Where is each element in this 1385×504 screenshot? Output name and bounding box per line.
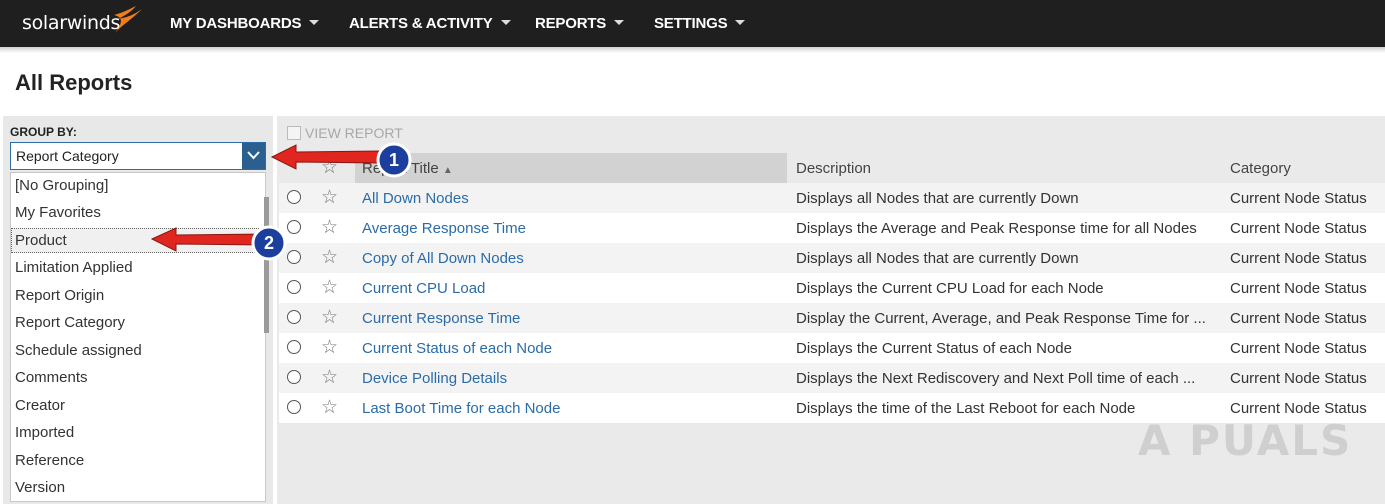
- favorite-star-icon[interactable]: ☆: [321, 398, 338, 417]
- dropdown-option-my-favorites[interactable]: My Favorites: [15, 204, 101, 221]
- caret-down-icon: [500, 19, 511, 25]
- row-radio-button[interactable]: [287, 250, 301, 264]
- dropdown-option-comments[interactable]: Comments: [15, 369, 88, 386]
- badge-1-number: 1: [389, 150, 399, 170]
- dropdown-option-report-origin[interactable]: Report Origin: [15, 287, 104, 304]
- report-category: Current Node Status: [1230, 400, 1367, 417]
- favorite-star-icon[interactable]: ☆: [321, 248, 338, 267]
- report-category: Current Node Status: [1230, 280, 1367, 297]
- report-description: Display the Current, Average, and Peak R…: [796, 310, 1206, 327]
- badge-2-number: 2: [264, 233, 274, 253]
- group-by-selected-value: Report Category: [16, 148, 119, 164]
- dropdown-option-product[interactable]: Product: [15, 232, 67, 249]
- nav-label: ALERTS & ACTIVITY: [349, 15, 493, 32]
- caret-down-icon: [614, 19, 625, 25]
- report-title-link[interactable]: Current CPU Load: [362, 280, 485, 297]
- report-category: Current Node Status: [1230, 250, 1367, 267]
- column-header-description[interactable]: Description: [796, 160, 871, 177]
- flame-logo-icon: [114, 6, 142, 33]
- header-shadow: [0, 47, 1385, 53]
- dropdown-toggle-button[interactable]: [242, 143, 265, 169]
- dropdown-option-imported[interactable]: Imported: [15, 424, 74, 441]
- view-report-button[interactable]: VIEW REPORT: [287, 125, 403, 141]
- report-icon: [287, 126, 301, 140]
- nav-label: REPORTS: [535, 15, 607, 32]
- annotation-badge-1: 1: [376, 142, 412, 178]
- caret-down-icon: [309, 19, 320, 25]
- appuals-watermark: A PUALS: [1138, 416, 1353, 465]
- report-description: Displays the time of the Last Reboot for…: [796, 400, 1136, 417]
- report-title-link[interactable]: Current Response Time: [362, 310, 520, 327]
- report-description: Displays the Current Status of each Node: [796, 340, 1072, 357]
- nav-settings[interactable]: SETTINGS: [654, 15, 746, 32]
- dropdown-option-limitation-applied[interactable]: Limitation Applied: [15, 259, 133, 276]
- report-description: Displays the Current CPU Load for each N…: [796, 280, 1104, 297]
- favorite-star-icon[interactable]: ☆: [321, 188, 338, 207]
- favorite-star-icon[interactable]: ☆: [321, 308, 338, 327]
- report-title-link[interactable]: Last Boot Time for each Node: [362, 400, 560, 417]
- nav-my-dashboards[interactable]: MY DASHBOARDS: [170, 15, 320, 32]
- row-radio-button[interactable]: [287, 190, 301, 204]
- report-title-link[interactable]: Average Response Time: [362, 220, 526, 237]
- report-title-link[interactable]: All Down Nodes: [362, 190, 469, 207]
- group-by-select[interactable]: Report Category: [10, 142, 266, 170]
- view-report-label: VIEW REPORT: [305, 125, 403, 141]
- report-description: Displays all Nodes that are currently Do…: [796, 190, 1079, 207]
- dropdown-option-reference[interactable]: Reference: [15, 452, 84, 469]
- report-category: Current Node Status: [1230, 340, 1367, 357]
- page-title: All Reports: [15, 70, 133, 95]
- dropdown-option-version[interactable]: Version: [15, 479, 65, 496]
- dropdown-option-schedule-assigned[interactable]: Schedule assigned: [15, 342, 142, 359]
- nav-reports[interactable]: REPORTS: [535, 15, 625, 32]
- dropdown-option-report-category[interactable]: Report Category: [15, 314, 125, 331]
- row-radio-button[interactable]: [287, 340, 301, 354]
- report-title-link[interactable]: Device Polling Details: [362, 370, 507, 387]
- dropdown-option-no-grouping[interactable]: [No Grouping]: [15, 177, 108, 194]
- row-radio-button[interactable]: [287, 370, 301, 384]
- row-radio-button[interactable]: [287, 400, 301, 414]
- favorite-star-icon[interactable]: ☆: [321, 278, 338, 297]
- dropdown-option-creator[interactable]: Creator: [15, 397, 65, 414]
- row-radio-button[interactable]: [287, 280, 301, 294]
- chevron-down-icon: [247, 151, 260, 160]
- report-category: Current Node Status: [1230, 190, 1367, 207]
- report-category: Current Node Status: [1230, 370, 1367, 387]
- column-header-category[interactable]: Category: [1230, 160, 1291, 177]
- sort-ascending-icon: ▲: [442, 165, 453, 176]
- report-description: Displays the Next Rediscovery and Next P…: [796, 370, 1196, 387]
- caret-down-icon: [735, 19, 746, 25]
- solarwinds-logo[interactable]: solarwinds: [22, 12, 120, 34]
- dropdown-scrollbar[interactable]: [264, 197, 269, 333]
- report-description: Displays all Nodes that are currently Do…: [796, 250, 1079, 267]
- nav-alerts-activity[interactable]: ALERTS & ACTIVITY: [349, 15, 511, 32]
- report-title-link[interactable]: Copy of All Down Nodes: [362, 250, 524, 267]
- favorite-star-icon[interactable]: ☆: [321, 218, 338, 237]
- report-description: Displays the Average and Peak Response t…: [796, 220, 1197, 237]
- group-by-label: GROUP BY:: [10, 125, 77, 139]
- nav-label: MY DASHBOARDS: [170, 15, 302, 32]
- favorite-star-icon[interactable]: ☆: [321, 368, 338, 387]
- nav-label: SETTINGS: [654, 15, 728, 32]
- report-title-link[interactable]: Current Status of each Node: [362, 340, 552, 357]
- favorite-star-icon[interactable]: ☆: [321, 338, 338, 357]
- annotation-badge-2: 2: [251, 225, 287, 261]
- report-category: Current Node Status: [1230, 310, 1367, 327]
- row-radio-button[interactable]: [287, 220, 301, 234]
- report-category: Current Node Status: [1230, 220, 1367, 237]
- row-radio-button[interactable]: [287, 310, 301, 324]
